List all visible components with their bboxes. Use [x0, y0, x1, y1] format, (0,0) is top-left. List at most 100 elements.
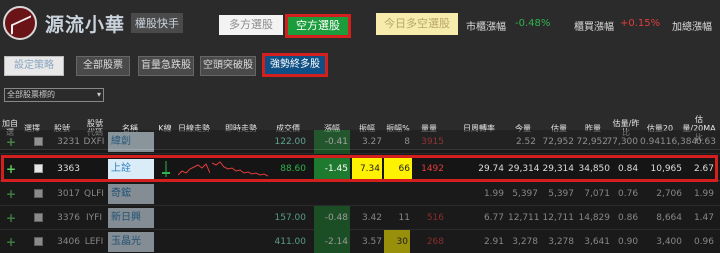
- est-volume: 5,397: [548, 189, 574, 199]
- est-20: 10,965: [650, 164, 683, 174]
- yday-volume: 34,850: [578, 164, 611, 174]
- tab-all-stocks[interactable]: 全部股票: [76, 56, 130, 76]
- stock-id: 3363: [57, 164, 80, 174]
- today-volume: 2.52: [515, 137, 536, 147]
- add-favorite-icon[interactable]: +: [6, 206, 16, 230]
- stock-id: 3017: [57, 189, 80, 199]
- change: -0.41: [314, 130, 350, 154]
- yday-volume: 7,071: [584, 189, 610, 199]
- tab-bar: 設定策略 全部股票 盲量急跌股 空頭突破股 強勢終多股: [0, 48, 720, 86]
- stock-code: IYFI: [86, 213, 102, 223]
- logo-icon: [3, 6, 37, 40]
- est-ma20-ratio: 0.96: [693, 237, 714, 247]
- est-ratio: 0.84: [618, 164, 639, 174]
- stock-id: 3231: [57, 137, 80, 147]
- volume: 516: [426, 213, 444, 223]
- top-bar: 源流小華 權股快手 多方選股 空方選股 今日多空選股 市櫃漲幅 -0.48% 櫃…: [0, 0, 720, 48]
- add-change-label: 加總漲幅: [672, 22, 712, 33]
- est-20: 2,706: [656, 189, 682, 199]
- market-change-label: 市櫃漲幅: [466, 22, 506, 33]
- amplitude-pct: 66: [384, 157, 412, 181]
- row-checkbox[interactable]: [34, 164, 43, 173]
- est-20: 8,664: [656, 213, 682, 223]
- volume: 3915: [421, 137, 444, 147]
- est-ratio: 0.86: [618, 213, 639, 223]
- tab-volume-drop[interactable]: 盲量急跌股: [138, 56, 194, 76]
- change: -1.45: [314, 157, 350, 181]
- turnover: 6.77: [483, 213, 504, 223]
- market-change-value: -0.48%: [515, 18, 551, 29]
- today-volume: 12,711: [508, 213, 540, 223]
- stock-id: 3406: [57, 237, 80, 247]
- stock-filter-select[interactable]: 全部股票標的: [4, 88, 104, 102]
- amplitude: 7.34: [352, 157, 382, 181]
- table-row[interactable]: + 3406 LEFI 玉晶光 411.00 -2.14 3.57 30 268…: [0, 230, 720, 253]
- change: -2.14: [314, 230, 350, 253]
- est-20: 116,384: [660, 137, 698, 147]
- daily-trend-chart: [178, 163, 210, 176]
- row-checkbox[interactable]: [34, 189, 43, 198]
- stock-name[interactable]: 上詮: [108, 159, 154, 179]
- stock-code: DXFI: [83, 137, 105, 147]
- stock-name[interactable]: 奇鋐: [108, 184, 154, 204]
- add-favorite-icon[interactable]: +: [6, 182, 16, 206]
- bull-select-button[interactable]: 多方選股: [219, 15, 283, 35]
- row-checkbox[interactable]: [34, 213, 43, 222]
- tab-strategy[interactable]: 設定策略: [4, 56, 64, 76]
- change: -0.48: [314, 206, 350, 230]
- stock-name[interactable]: 緯創: [108, 132, 154, 152]
- today-select-button[interactable]: 今日多空選股: [376, 13, 458, 35]
- stock-name[interactable]: 新日興: [108, 208, 154, 228]
- turnover: 1.99: [483, 189, 504, 199]
- today-volume: 5,397: [512, 189, 538, 199]
- est-ma20-ratio: 1.99: [693, 189, 714, 199]
- yday-volume: 72,952: [576, 137, 609, 147]
- table-row[interactable]: + 3376 IYFI 新日興 157.00 -0.48 3.42 11 516…: [0, 206, 720, 230]
- intraday-trend-chart: [212, 161, 268, 177]
- table-row-selected[interactable]: + 3363 上詮 88.60 -1.45 7.34 66 1492 29.74…: [0, 157, 720, 181]
- price: 88.60: [280, 164, 306, 174]
- app-logo: 源流小華 權股快手: [3, 4, 203, 42]
- est-ma20-ratio: 0.63: [695, 137, 716, 147]
- table-row[interactable]: + 3017 QLFI 奇鋐 1.99 5,397 5,397 7,071 0.…: [0, 182, 720, 206]
- tab-strong-long[interactable]: 強勢終多股: [262, 53, 328, 77]
- est-20: 3,400: [656, 237, 682, 247]
- turnover: 2.91: [483, 237, 504, 247]
- today-volume: 3,278: [512, 237, 538, 247]
- listed-change-label: 櫃買漲幅: [574, 22, 614, 33]
- stock-code: QLFI: [84, 189, 104, 199]
- tab-breakout[interactable]: 空頭突破股: [200, 56, 256, 76]
- yday-volume: 3,641: [584, 237, 610, 247]
- stock-name[interactable]: 玉晶光: [108, 232, 154, 252]
- est-volume: 72,952: [542, 137, 575, 147]
- amplitude-pct: 30: [384, 230, 410, 253]
- bear-select-button[interactable]: 空方選股: [285, 14, 351, 38]
- volume: 1492: [421, 164, 444, 174]
- add-favorite-icon[interactable]: +: [6, 157, 16, 181]
- today-volume: 29,314: [508, 164, 540, 174]
- row-checkbox[interactable]: [34, 137, 43, 146]
- row-checkbox[interactable]: [34, 237, 43, 246]
- yday-volume: 14,829: [578, 213, 611, 223]
- amplitude-pct: 8: [404, 137, 410, 147]
- price: 411.00: [274, 237, 307, 247]
- yday-volume-2: 77,300: [606, 137, 639, 147]
- listed-change-value: +0.15%: [620, 18, 661, 29]
- amplitude-pct: 11: [398, 213, 410, 223]
- app-subtitle: 權股快手: [131, 13, 184, 33]
- amplitude: 3.42: [361, 213, 382, 223]
- table-row[interactable]: + 3231 DXFI 緯創 122.00 -0.41 3.27 8 3915 …: [0, 130, 720, 154]
- est-volume: 29,314: [542, 164, 575, 174]
- candlestick-icon: [162, 161, 170, 177]
- amplitude: 3.57: [361, 237, 382, 247]
- add-favorite-icon[interactable]: +: [6, 230, 16, 253]
- est-ma20-ratio: 2.67: [693, 164, 714, 174]
- stock-code: LEFI: [84, 237, 104, 247]
- price: 157.00: [274, 213, 307, 223]
- price: 122.00: [274, 137, 307, 147]
- add-favorite-icon[interactable]: +: [6, 130, 16, 154]
- stock-id: 3376: [57, 213, 80, 223]
- est-ma20-ratio: 1.47: [693, 213, 714, 223]
- turnover: 29.74: [478, 164, 504, 174]
- volume: 268: [426, 237, 444, 247]
